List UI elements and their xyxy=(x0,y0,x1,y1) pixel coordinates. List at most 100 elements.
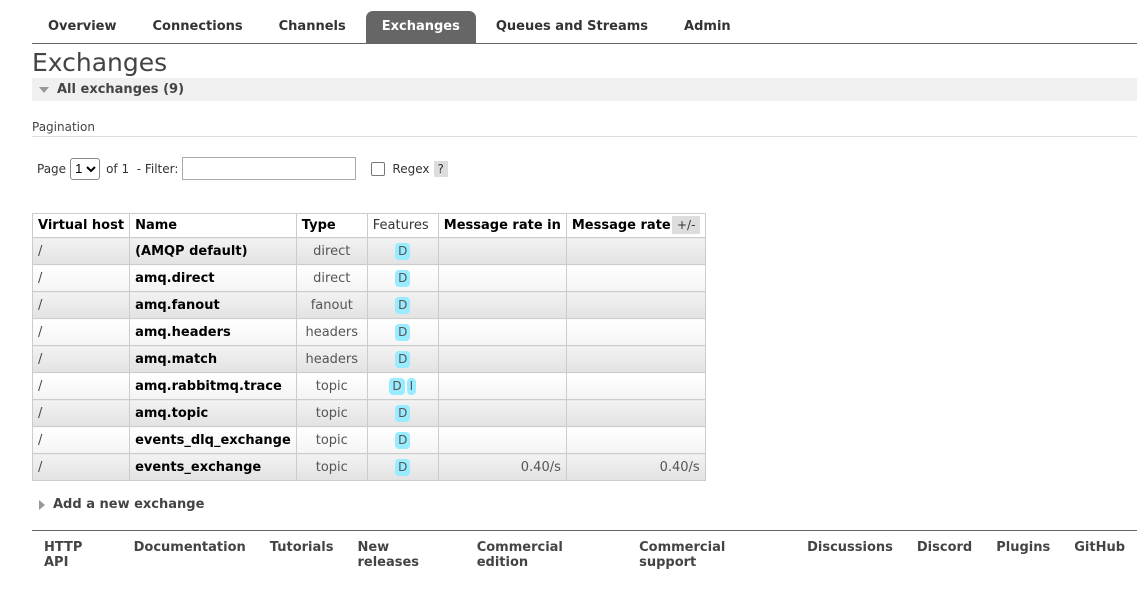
footer-link-documentation[interactable]: Documentation xyxy=(134,540,246,570)
features-cell: D xyxy=(366,399,439,427)
feature-badge: I xyxy=(406,377,417,395)
tab-queues-and-streams[interactable]: Queues and Streams xyxy=(480,11,664,43)
page-label: Page xyxy=(37,161,67,176)
regex-help-button[interactable]: ? xyxy=(433,160,448,177)
feature-badge: D xyxy=(395,323,411,341)
exchange-name-link[interactable]: amq.rabbitmq.trace xyxy=(129,372,297,400)
regex-label: Regex xyxy=(392,161,430,176)
footer-link-discord[interactable]: Discord xyxy=(917,540,972,570)
features-cell: D xyxy=(366,345,439,373)
table-row: / amq.direct direct D xyxy=(31,264,706,292)
rate-in-cell xyxy=(437,345,567,373)
footer-link-tutorials[interactable]: Tutorials xyxy=(270,540,334,570)
tab-admin[interactable]: Admin xyxy=(668,11,747,43)
table-row: / events_exchange topic D 0.40/s 0.40/s xyxy=(31,453,706,481)
feature-badge: D xyxy=(395,404,411,422)
footer-link-discussions[interactable]: Discussions xyxy=(807,540,893,570)
vhost-cell: / xyxy=(31,291,131,319)
col-virtual-host[interactable]: Virtual host xyxy=(31,213,131,238)
footer-link-github[interactable]: GitHub xyxy=(1074,540,1125,570)
rate-in-cell xyxy=(437,237,567,265)
vhost-cell: / xyxy=(31,345,131,373)
page-title: Exchanges xyxy=(32,48,168,77)
page-count: of 1 xyxy=(106,161,130,176)
feature-badge: D xyxy=(395,458,411,476)
rate-in-cell xyxy=(437,264,567,292)
exchange-name-link[interactable]: events_exchange xyxy=(129,453,297,481)
rate-out-cell xyxy=(565,372,706,400)
main-tabs: Overview Connections Channels Exchanges Queu… xyxy=(32,11,1137,44)
rate-out-cell xyxy=(565,264,706,292)
tab-exchanges[interactable]: Exchanges xyxy=(365,11,476,43)
exchange-name-link[interactable]: amq.headers xyxy=(129,318,297,346)
rate-in-cell: 0.40/s xyxy=(437,453,567,481)
footer-link-plugins[interactable]: Plugins xyxy=(996,540,1050,570)
vhost-cell: / xyxy=(31,453,131,481)
section-title: All exchanges (9) xyxy=(57,82,185,97)
type-cell: fanout xyxy=(295,291,368,319)
vhost-cell: / xyxy=(31,399,131,427)
add-exchange-toggle[interactable]: Add a new exchange xyxy=(32,497,204,512)
col-name[interactable]: Name xyxy=(129,213,297,238)
feature-badge: D xyxy=(395,296,411,314)
rate-in-cell xyxy=(437,372,567,400)
type-cell: topic xyxy=(295,426,368,454)
type-cell: headers xyxy=(295,318,368,346)
features-cell: D xyxy=(366,237,439,265)
exchange-name-link[interactable]: amq.match xyxy=(129,345,297,373)
footer-link-new-releases[interactable]: New releases xyxy=(357,540,452,570)
exchange-name-link[interactable]: (AMQP default) xyxy=(129,237,297,265)
filter-input[interactable] xyxy=(182,157,357,180)
features-cell: D xyxy=(366,426,439,454)
vhost-cell: / xyxy=(31,426,131,454)
rate-out-cell xyxy=(565,399,706,427)
vhost-cell: / xyxy=(31,264,131,292)
features-cell: D xyxy=(366,291,439,319)
type-cell: headers xyxy=(295,345,368,373)
footer-links: HTTP API Documentation Tutorials New releas… xyxy=(32,530,1137,570)
rate-in-cell xyxy=(437,426,567,454)
footer-link-commercial-support[interactable]: Commercial support xyxy=(639,540,783,570)
feature-badge: D xyxy=(395,269,411,287)
features-cell: D xyxy=(366,453,439,481)
rate-in-cell xyxy=(437,399,567,427)
vhost-cell: / xyxy=(31,237,131,265)
col-rate-in[interactable]: Message rate in xyxy=(437,213,567,238)
rate-out-cell xyxy=(565,426,706,454)
exchanges-table: Virtual host Name Type Features Message … xyxy=(31,213,706,481)
exchange-name-link[interactable]: amq.topic xyxy=(129,399,297,427)
column-toggle-button[interactable]: +/- xyxy=(672,216,701,234)
exchange-name-link[interactable]: amq.direct xyxy=(129,264,297,292)
feature-badge: D xyxy=(395,431,411,449)
col-type[interactable]: Type xyxy=(295,213,368,238)
feature-badge: D xyxy=(395,350,411,368)
rate-out-cell xyxy=(565,291,706,319)
exchange-name-link[interactable]: events_dlq_exchange xyxy=(129,426,297,454)
tab-channels[interactable]: Channels xyxy=(263,11,362,43)
type-cell: direct xyxy=(295,237,368,265)
pagination-controls: Page 1 of 1 - Filter: Regex ? xyxy=(37,157,448,180)
table-row: / amq.headers headers D xyxy=(31,318,706,346)
type-cell: direct xyxy=(295,264,368,292)
type-cell: topic xyxy=(295,372,368,400)
pagination-heading: Pagination xyxy=(32,120,1137,137)
features-cell: D xyxy=(366,264,439,292)
vhost-cell: / xyxy=(31,318,131,346)
footer-link-commercial-edition[interactable]: Commercial edition xyxy=(477,540,615,570)
exchange-name-link[interactable]: amq.fanout xyxy=(129,291,297,319)
all-exchanges-section-toggle[interactable]: All exchanges (9) xyxy=(32,78,1137,101)
table-row: / amq.fanout fanout D xyxy=(31,291,706,319)
add-exchange-label: Add a new exchange xyxy=(53,497,205,512)
vhost-cell: / xyxy=(31,372,131,400)
table-row: / amq.rabbitmq.trace topic DI xyxy=(31,372,706,400)
regex-checkbox[interactable] xyxy=(371,161,386,176)
page-select[interactable]: 1 xyxy=(70,157,101,180)
rate-in-cell xyxy=(437,318,567,346)
footer-link-http-api[interactable]: HTTP API xyxy=(44,540,110,570)
col-features: Features xyxy=(366,213,439,238)
table-row: / (AMQP default) direct D xyxy=(31,237,706,265)
tab-connections[interactable]: Connections xyxy=(137,11,259,43)
tab-overview[interactable]: Overview xyxy=(32,11,133,43)
feature-badge: D xyxy=(395,242,411,260)
rate-out-cell xyxy=(565,318,706,346)
